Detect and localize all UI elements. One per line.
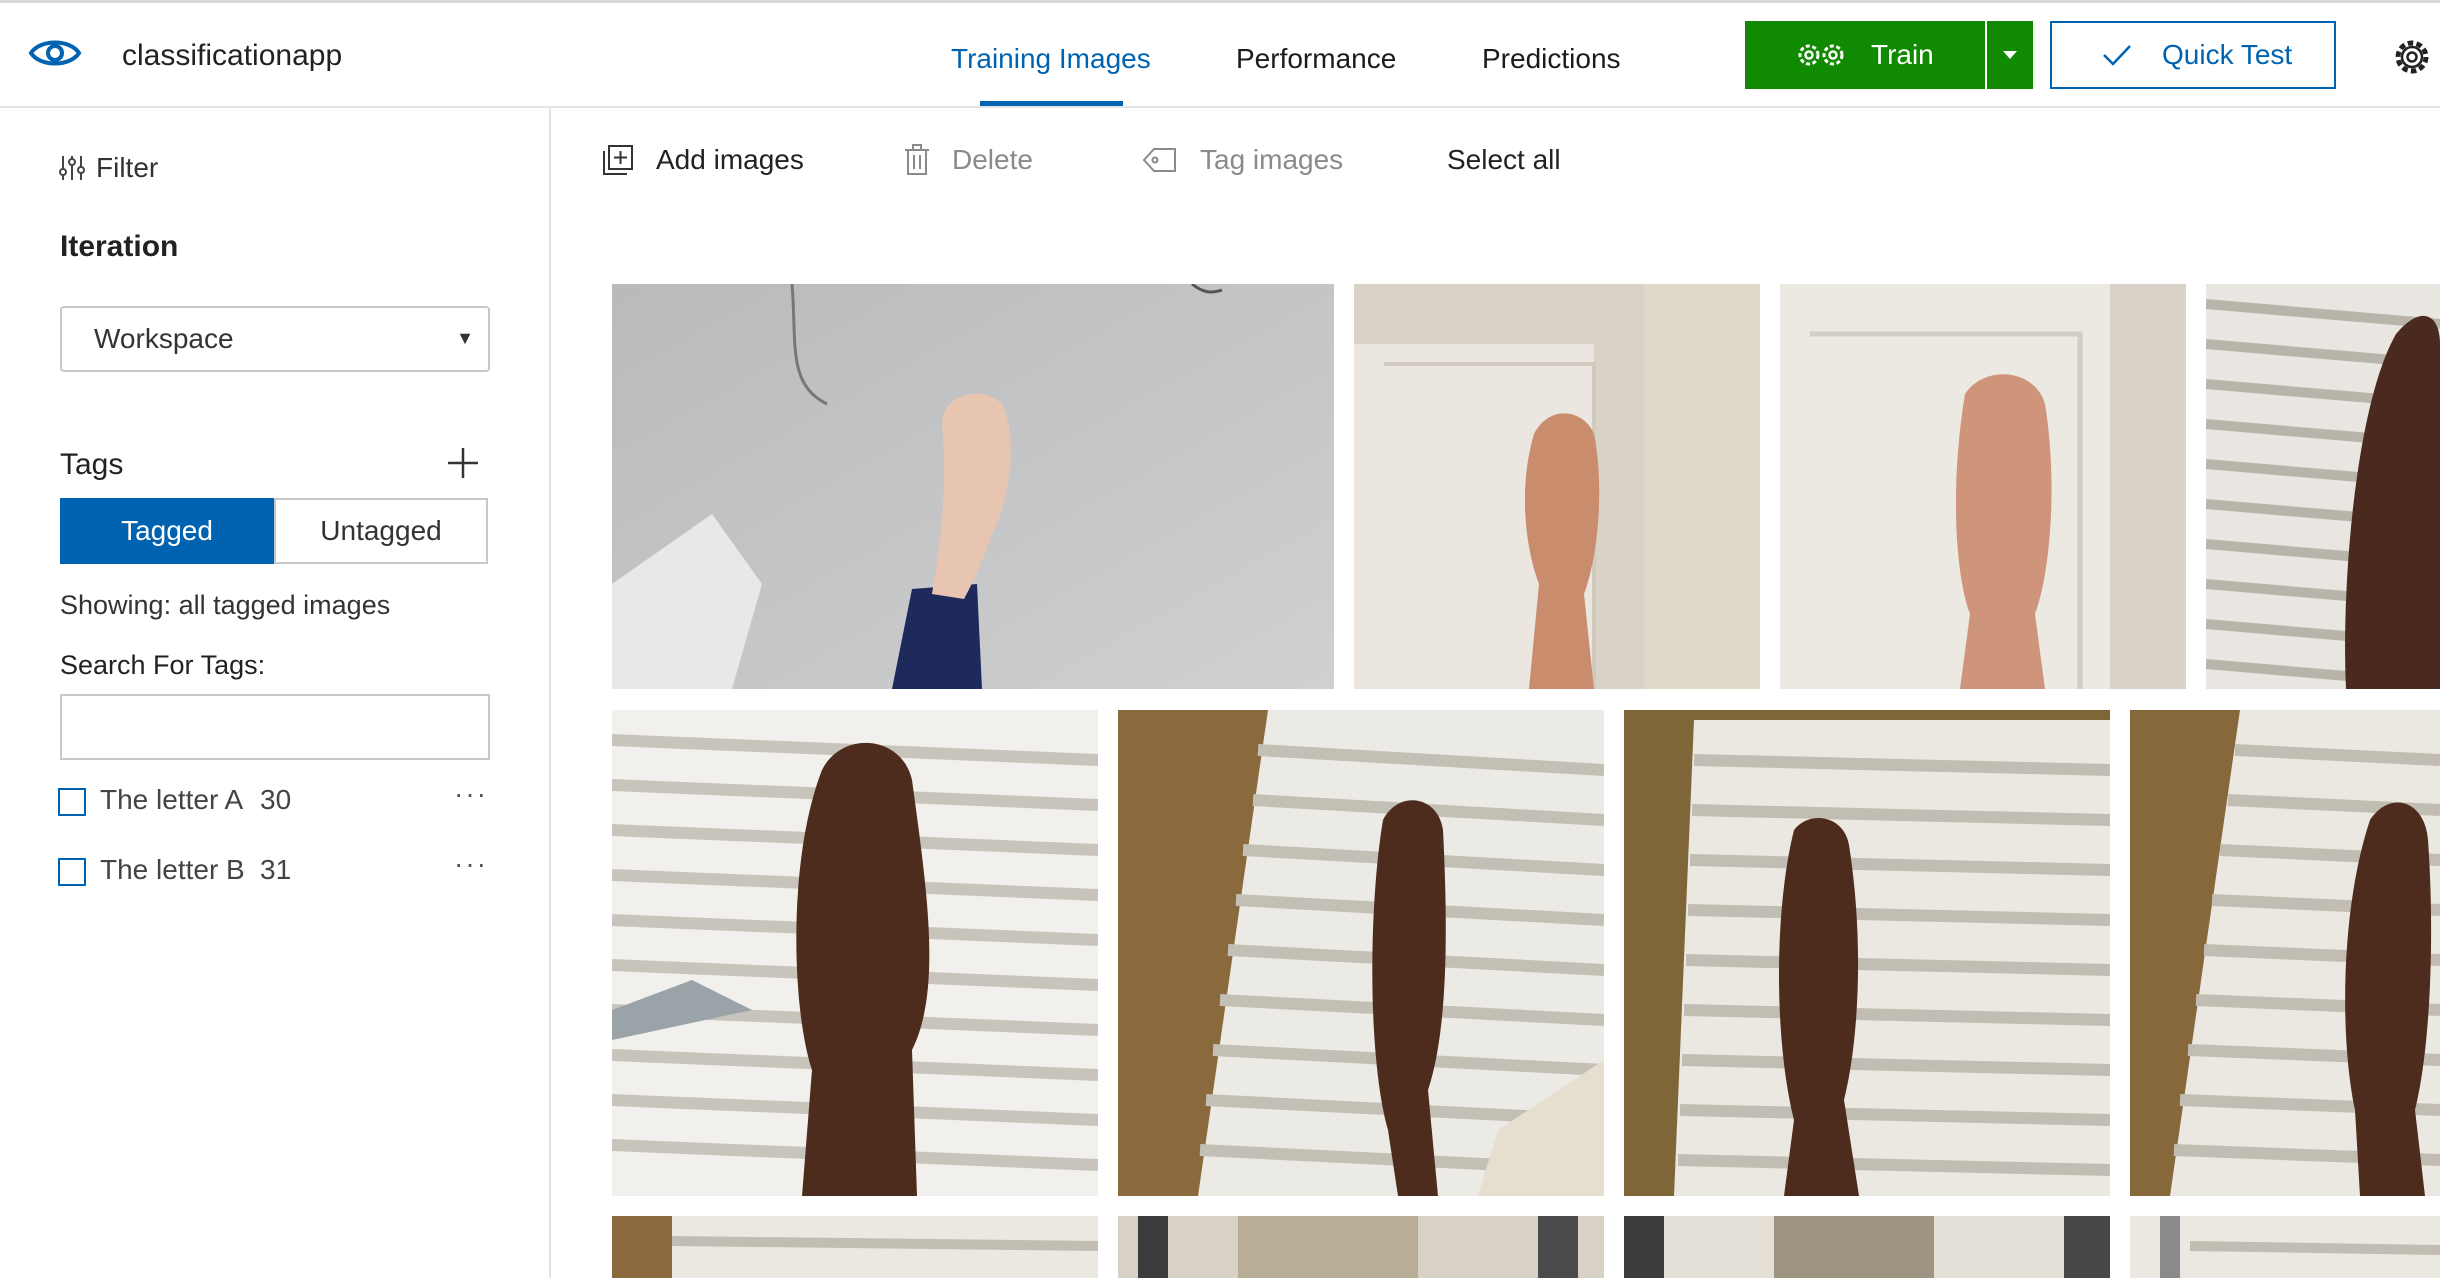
tab-performance[interactable]: Performance bbox=[1236, 43, 1396, 75]
tag-checkbox[interactable] bbox=[58, 858, 86, 886]
hand-image bbox=[2130, 1216, 2440, 1278]
hand-image bbox=[2206, 284, 2440, 689]
select-all-button[interactable]: Select all bbox=[1447, 144, 1561, 176]
gear-icon[interactable] bbox=[2392, 37, 2432, 77]
training-image-thumbnail[interactable] bbox=[612, 284, 1334, 689]
filter-button[interactable]: Filter bbox=[58, 152, 158, 184]
tag-name: The letter B bbox=[100, 854, 245, 885]
tab-training-images[interactable]: Training Images bbox=[951, 43, 1151, 75]
checkmark-icon bbox=[2103, 45, 2131, 66]
tag-images-button[interactable]: Tag images bbox=[1142, 144, 1343, 176]
quick-test-label: Quick Test bbox=[2162, 39, 2293, 70]
trash-icon bbox=[905, 144, 929, 175]
filter-label: Filter bbox=[96, 152, 159, 183]
hand-image bbox=[1118, 1216, 1604, 1278]
showing-status: Showing: all tagged images bbox=[60, 590, 391, 620]
add-image-icon bbox=[603, 145, 633, 175]
tag-item: The letter B 31 ··· bbox=[58, 848, 488, 894]
sliders-icon bbox=[59, 156, 85, 180]
tag-count: 31 bbox=[260, 854, 292, 885]
hand-image bbox=[1118, 710, 1604, 1196]
top-bar: classificationapp Training Images Perfor… bbox=[0, 0, 2440, 108]
tag-icon bbox=[1142, 148, 1176, 172]
training-image-thumbnail[interactable] bbox=[612, 710, 1098, 1196]
training-image-thumbnail[interactable] bbox=[1780, 284, 2186, 689]
train-label: Train bbox=[1871, 39, 1934, 70]
untagged-toggle[interactable]: Untagged bbox=[274, 498, 488, 564]
tag-images-label: Tag images bbox=[1200, 144, 1344, 175]
training-image-thumbnail[interactable] bbox=[2206, 284, 2440, 689]
training-image-thumbnail[interactable] bbox=[612, 1216, 1098, 1278]
delete-button[interactable]: Delete bbox=[904, 144, 1033, 176]
hand-image bbox=[612, 710, 1098, 1196]
delete-label: Delete bbox=[952, 144, 1033, 175]
tags-heading: Tags bbox=[60, 448, 124, 481]
caret-down-icon bbox=[2003, 51, 2017, 59]
training-image-thumbnail[interactable] bbox=[2130, 1216, 2440, 1278]
training-image-thumbnail[interactable] bbox=[1354, 284, 1760, 689]
training-image-thumbnail[interactable] bbox=[1624, 1216, 2110, 1278]
hand-image bbox=[612, 284, 1334, 689]
sidebar: Filter Iteration Workspace ▼ Tags Tagged… bbox=[0, 108, 551, 1278]
hand-image bbox=[1624, 710, 2110, 1196]
tag-name: The letter A bbox=[100, 784, 244, 815]
hand-image bbox=[1624, 1216, 2110, 1278]
tagged-toggle[interactable]: Tagged bbox=[60, 498, 274, 564]
hand-image bbox=[2130, 710, 2440, 1196]
hand-image bbox=[612, 1216, 1098, 1278]
caret-down-icon: ▼ bbox=[456, 328, 474, 348]
plus-icon[interactable] bbox=[446, 446, 480, 480]
ellipsis-icon[interactable]: ··· bbox=[454, 848, 488, 880]
app-name: classificationapp bbox=[122, 39, 343, 72]
search-tags-label: Search For Tags: bbox=[60, 650, 266, 680]
train-button[interactable]: Train bbox=[1745, 21, 1985, 89]
tab-predictions[interactable]: Predictions bbox=[1482, 43, 1621, 75]
hand-image bbox=[1780, 284, 2186, 689]
gears-icon bbox=[1798, 44, 1844, 66]
iteration-dropdown[interactable]: Workspace ▼ bbox=[60, 306, 490, 372]
training-image-thumbnail[interactable] bbox=[1624, 710, 2110, 1196]
training-image-thumbnail[interactable] bbox=[1118, 710, 1604, 1196]
quick-test-button[interactable]: Quick Test bbox=[2050, 21, 2336, 89]
eye-icon bbox=[28, 40, 82, 66]
train-options-button[interactable] bbox=[1985, 21, 2033, 89]
tag-count: 30 bbox=[260, 784, 292, 815]
iteration-value: Workspace bbox=[94, 323, 234, 354]
iteration-label: Iteration bbox=[60, 230, 179, 263]
active-tab-indicator bbox=[980, 101, 1123, 106]
training-image-thumbnail[interactable] bbox=[1118, 1216, 1604, 1278]
training-image-thumbnail[interactable] bbox=[2130, 710, 2440, 1196]
add-images-label: Add images bbox=[656, 144, 804, 175]
tag-checkbox[interactable] bbox=[58, 788, 86, 816]
search-tags-input[interactable] bbox=[60, 694, 490, 760]
add-images-button[interactable]: Add images bbox=[602, 144, 804, 176]
ellipsis-icon[interactable]: ··· bbox=[454, 778, 488, 810]
tag-item: The letter A 30 ··· bbox=[58, 778, 488, 824]
hand-image bbox=[1354, 284, 1760, 689]
